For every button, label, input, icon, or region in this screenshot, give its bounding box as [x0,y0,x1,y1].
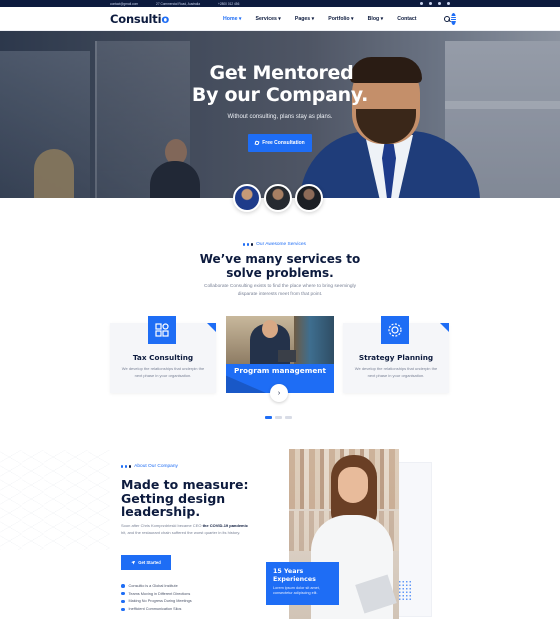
dots-icon [121,465,132,468]
free-consultation-label: Free Consultation [262,140,305,146]
nav-services[interactable]: Services ▾ [256,16,281,22]
list-item-text: Consultio is a Global Institute [128,583,178,588]
pagination-dot-active[interactable] [265,416,272,419]
top-address: 27 Commercial Road, Australia [156,1,200,6]
top-phone[interactable]: +2800 012 456 [218,2,239,6]
pagination-dot[interactable] [275,416,282,419]
rocket-icon [131,560,136,565]
about-title-line: Made to measure: [121,477,249,492]
arrow-glyph: › [277,389,281,397]
list-item-text: Teams Moving in Different Directions [128,591,191,596]
services-eyebrow: Our Awesome Services [243,242,306,247]
service-card-title: Tax Consulting [132,353,194,362]
card-corner-accent [440,323,449,332]
list-item-text: Making No Progress During Meetings [128,599,192,604]
about-title: Made to measure: Getting design leadersh… [121,478,261,519]
site-logo[interactable]: Consultio [110,12,169,26]
list-item-text: Inefficient Communication Silos [128,607,182,612]
nav-portfolio[interactable]: Portfolio ▾ [328,16,353,22]
about-text-highlight: the COVID-19 pandemic [202,523,248,528]
about-checklist: Consultio is a Global Institute Teams Mo… [121,582,192,613]
service-card-strategy[interactable]: Strategy Planning We develop the relatio… [343,316,449,393]
bullet-icon [121,591,125,596]
bullet-icon [121,599,125,604]
experience-title: 15 Years Experiences [273,568,332,583]
team-avatars [233,184,323,212]
list-item: Inefficient Communication Silos [121,605,192,613]
avatar[interactable] [264,184,292,212]
experience-title-line: 15 Years [273,568,304,575]
about-text-part: Soon after Chris Komprzdrieski became CE… [121,523,203,528]
arrow-right-icon[interactable]: › [270,384,288,402]
carousel-pagination [265,416,292,419]
logo-text: Consulti [110,11,162,26]
services-title-line: solve problems. [226,265,334,280]
nav-pages[interactable]: Pages ▾ [295,16,314,22]
service-card-program[interactable] [226,316,334,393]
experience-title-line: Experiences [273,575,316,583]
list-item: Teams Moving in Different Directions [121,590,192,598]
photo-person-face [262,320,278,338]
decorative-cube-pattern [0,450,110,550]
experience-badge: 15 Years Experiences Lorem ipsum dolor s… [266,562,339,605]
services-title: We’ve many services to solve problems. [0,252,560,280]
hero-subtitle: Without consulting, plans stay as plans. [227,114,333,120]
experience-desc: Lorem ipsum dolor sit amet, consectetur … [273,586,320,595]
photo-laptop [278,350,296,362]
main-nav: Home ▾ Services ▾ Pages ▾ Portfolio ▾ Bl… [223,15,450,23]
list-item: Making No Progress During Meetings [121,598,192,606]
top-email[interactable]: contact@gmail.com [110,2,138,6]
services-desc-line: disparate interests meet from that point… [237,292,323,297]
about-eyebrow: About Our Company [121,464,178,469]
logo-accent: o [161,11,170,26]
about-eyebrow-text: About Our Company [134,464,178,469]
search-icon[interactable] [443,15,451,23]
service-card-title: Strategy Planning [358,353,434,362]
card-corner-accent [207,323,216,332]
nav-blog[interactable]: Blog ▾ [368,16,384,22]
about-title-line: leadership. [121,504,201,519]
hero-title-line: Get Mentored [209,62,354,84]
facebook-icon[interactable] [420,2,423,5]
list-item: Consultio is a Global Institute [121,582,192,590]
site-header: Consultio Home ▾ Services ▾ Pages ▾ Port… [0,7,560,31]
calculator-icon [148,316,176,344]
bullet-icon [121,607,125,612]
service-card-desc: We develop the relationships that underp… [354,366,438,378]
service-card-title: Program management [234,366,326,375]
linkedin-icon[interactable] [438,2,441,5]
get-started-label: Get Started [138,560,161,565]
hero-title-line: By our Company. [191,84,369,106]
instagram-icon[interactable] [447,2,450,5]
services-eyebrow-text: Our Awesome Services [256,242,306,247]
pagination-dot[interactable] [285,416,292,419]
get-started-button[interactable]: Get Started [121,555,171,570]
gear-icon [381,316,409,344]
photo-person-face [338,467,368,503]
services-desc-line: Collaborate Consulting exists to find th… [204,284,356,289]
photo-shelf [294,316,334,364]
avatar[interactable] [295,184,323,212]
twitter-icon[interactable] [429,2,432,5]
avatar[interactable] [233,184,261,212]
bullet-icon [121,584,125,588]
hamburger-menu-button[interactable] [450,12,456,25]
about-text-part: hit, and the restaurant chain suffered t… [121,530,241,535]
social-links [420,2,450,5]
hero-title: Get Mentored By our Company. [0,62,560,106]
nav-home[interactable]: Home ▾ [223,16,241,22]
services-title-line: We’ve many services to [199,252,361,266]
dots-icon [243,243,254,246]
services-description: Collaborate Consulting exists to find th… [0,283,560,299]
free-consultation-button[interactable]: Free Consultation [248,134,312,152]
decorative-dot-grid [398,580,412,602]
phone-icon [254,140,260,146]
about-paragraph: Soon after Chris Komprzdrieski became CE… [121,522,249,536]
top-contact-bar: contact@gmail.com 27 Commercial Road, Au… [0,0,560,7]
nav-contact[interactable]: Contact [397,16,416,22]
about-title-line: Getting design [121,490,226,506]
service-card-tax[interactable]: Tax Consulting We develop the relationsh… [110,316,216,393]
